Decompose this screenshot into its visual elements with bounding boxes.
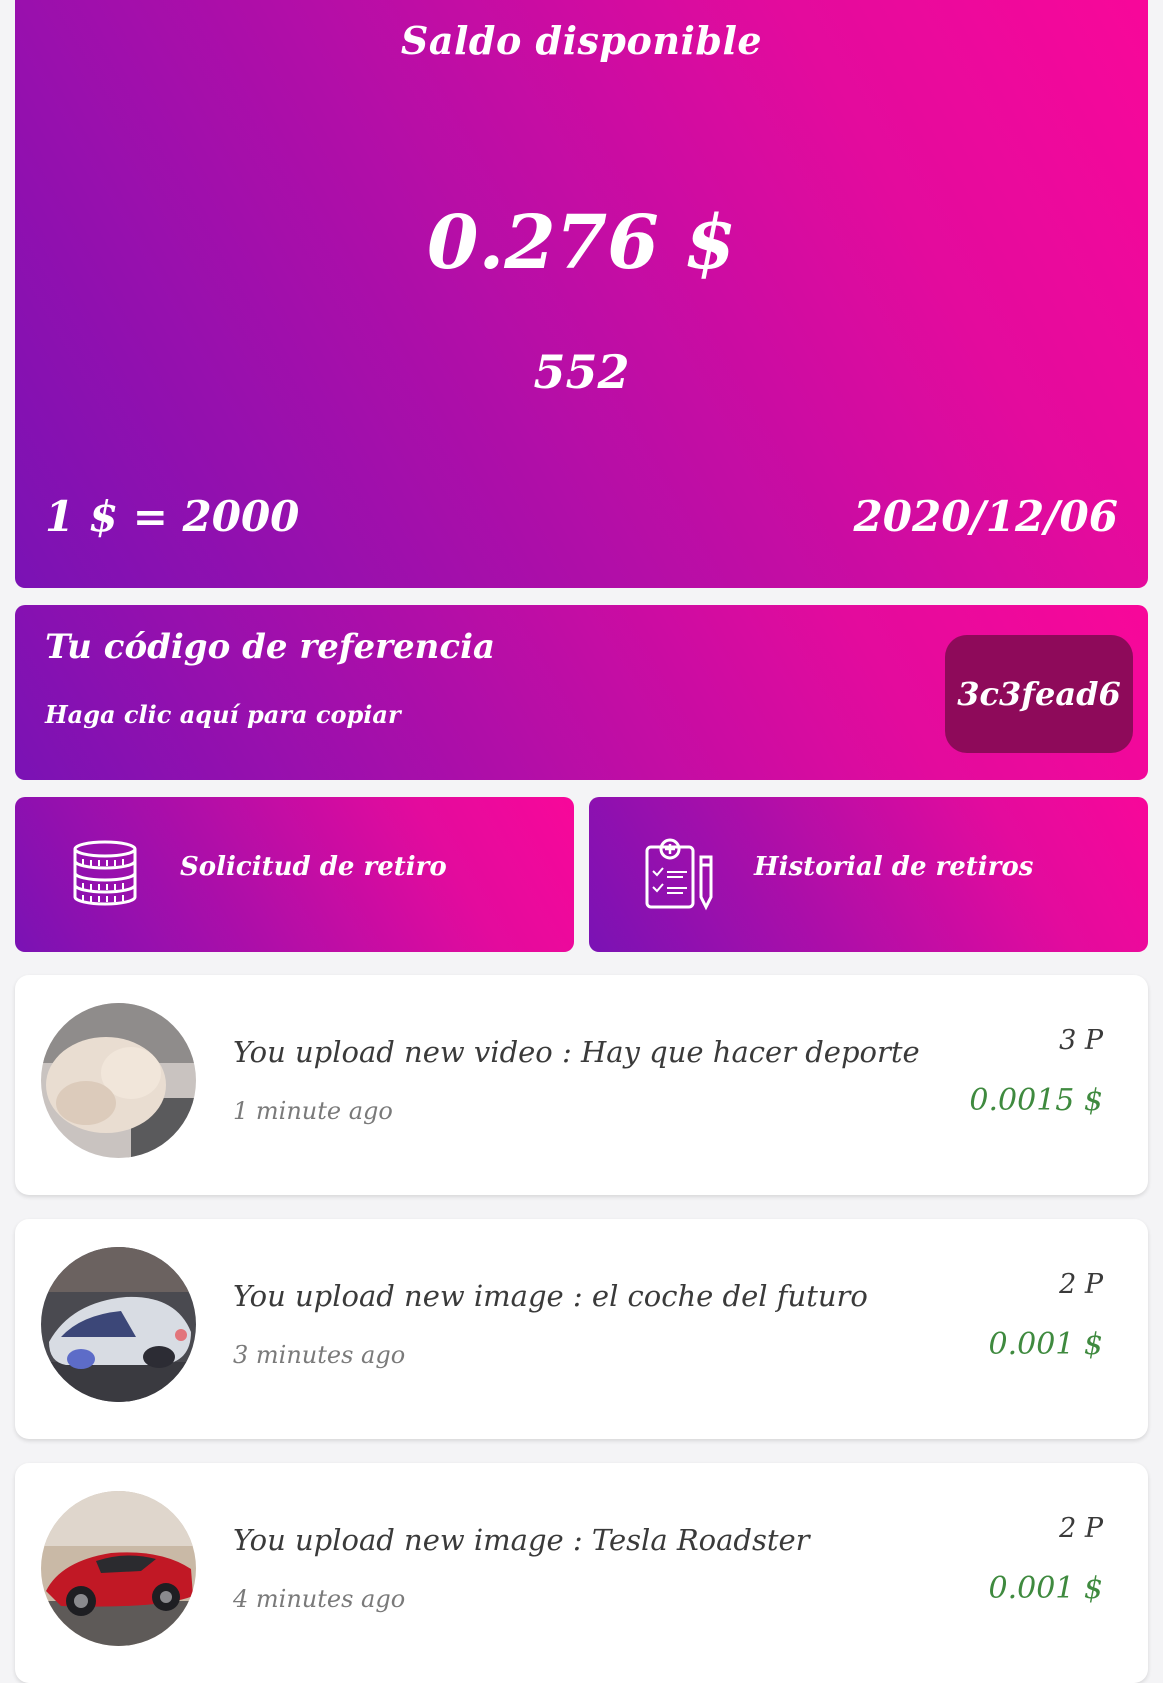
withdraw-request-button[interactable]: Solicitud de retiro <box>15 797 574 952</box>
activity-points: 2 P <box>1059 1269 1103 1300</box>
activity-time: 1 minute ago <box>233 1097 393 1125</box>
activity-thumbnail-concept-car <box>41 1247 196 1402</box>
activity-time: 3 minutes ago <box>233 1341 406 1369</box>
withdraw-history-button[interactable]: Historial de retiros <box>589 797 1148 952</box>
balance-date: 2020/12/06 <box>853 492 1118 541</box>
activity-time: 4 minutes ago <box>233 1585 406 1613</box>
referral-title: Tu código de referencia <box>45 627 496 667</box>
activity-usd: 0.001 $ <box>988 1327 1103 1362</box>
exchange-rate: 1 $ = 2000 <box>45 492 300 541</box>
activity-usd: 0.001 $ <box>988 1571 1103 1606</box>
balance-title: Saldo disponible <box>400 18 763 63</box>
activity-points: 2 P <box>1059 1513 1103 1544</box>
activity-item[interactable]: You upload new image : el coche del futu… <box>15 1219 1148 1439</box>
activity-text: You upload new image : Tesla Roadster <box>233 1523 810 1557</box>
activity-points: 3 P <box>1059 1025 1103 1056</box>
balance-card: Saldo disponible 0.276 $ 552 1 $ = 2000 … <box>15 0 1148 588</box>
activity-thumbnail-cat <box>41 1003 196 1158</box>
withdraw-history-label: Historial de retiros <box>754 852 1034 882</box>
activity-text: You upload new video : Hay que hacer dep… <box>233 1035 920 1069</box>
withdraw-request-label: Solicitud de retiro <box>180 852 447 882</box>
referral-code-button[interactable]: 3c3fead6 <box>945 635 1133 753</box>
balance-points: 552 <box>533 345 630 399</box>
coins-stack-icon <box>67 837 143 913</box>
clipboard-history-icon <box>641 837 717 913</box>
activity-item[interactable]: You upload new video : Hay que hacer dep… <box>15 975 1148 1195</box>
activity-thumbnail-red-car <box>41 1491 196 1646</box>
balance-amount: 0.276 $ <box>427 200 736 286</box>
activity-item[interactable]: You upload new image : Tesla Roadster 4 … <box>15 1463 1148 1683</box>
activity-text: You upload new image : el coche del futu… <box>233 1279 868 1313</box>
copy-hint: Haga clic aquí para copiar <box>45 700 401 729</box>
referral-card[interactable]: Tu código de referencia Haga clic aquí p… <box>15 605 1148 780</box>
activity-usd: 0.0015 $ <box>969 1083 1103 1118</box>
